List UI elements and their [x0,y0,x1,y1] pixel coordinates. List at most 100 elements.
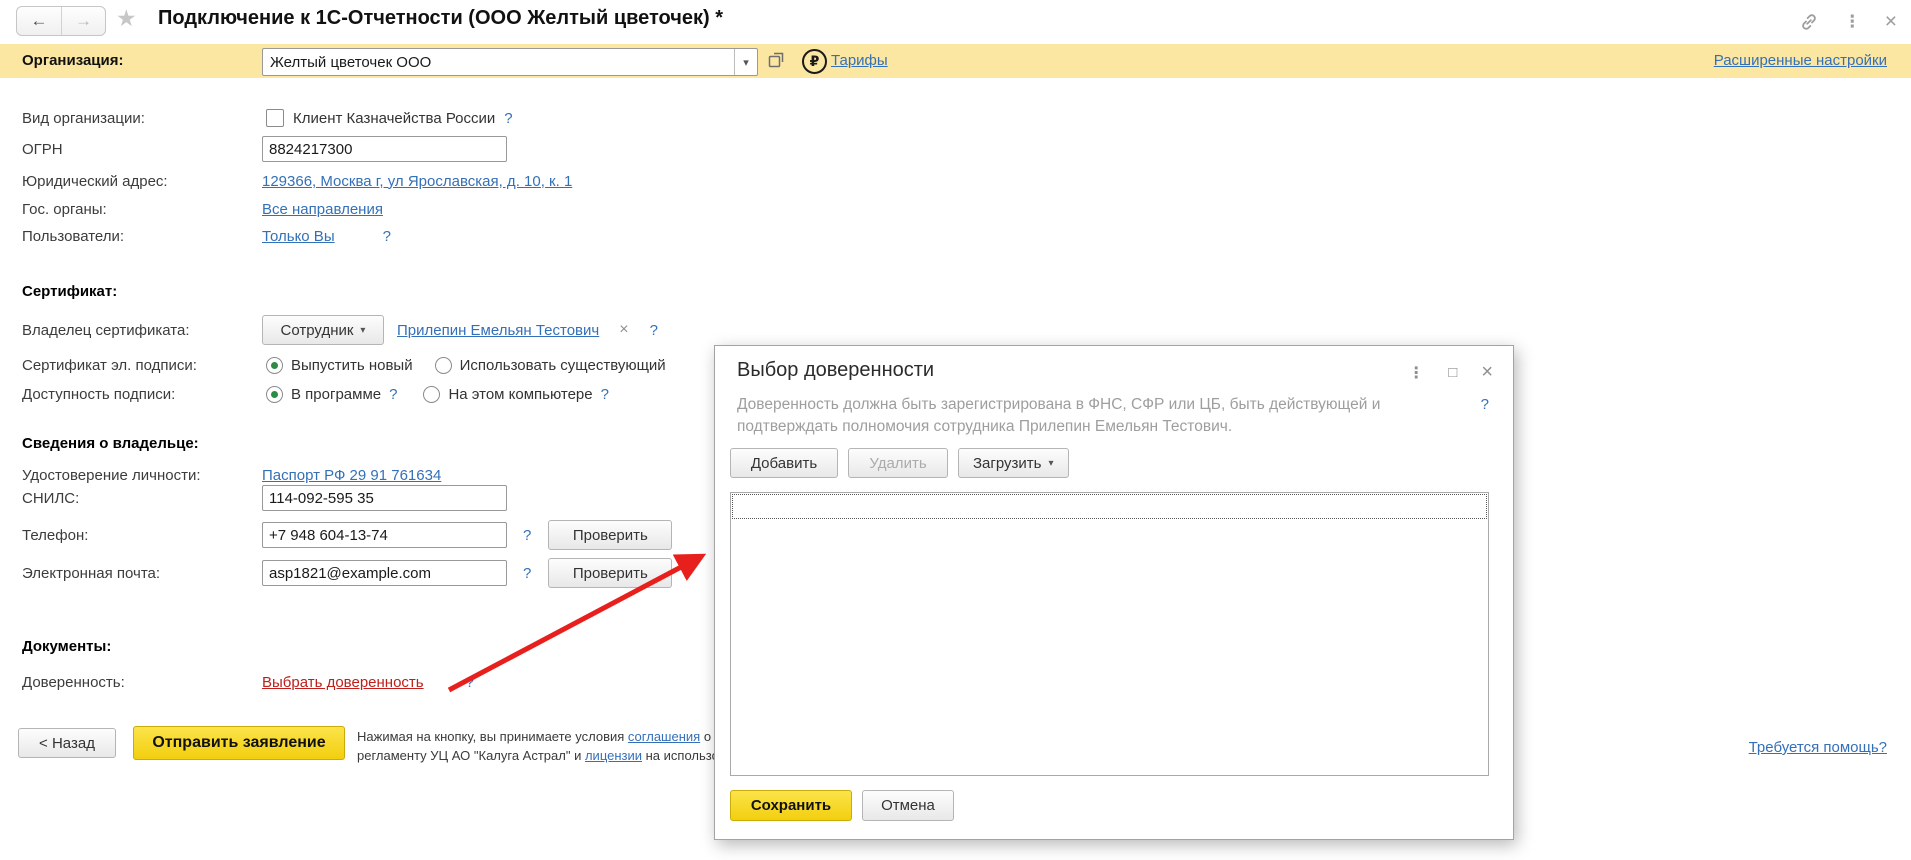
dialog-controls: ⋮ □ × [1408,361,1493,384]
ruble-icon: ₽ [802,49,827,74]
gov-label: Гос. органы: [22,200,107,218]
poa-row: Доверенность: Выбрать доверенность ? [22,668,474,696]
sign-access-label: Доступность подписи: [22,385,176,403]
dialog-close-icon[interactable]: × [1481,361,1493,384]
radio-issue-new[interactable] [266,356,283,374]
radio-in-program-label: В программе [291,385,382,403]
identity-link[interactable]: Паспорт РФ 29 91 761634 [262,467,441,484]
org-type-row: Вид организации: Клиент Казначейства Рос… [22,104,513,132]
dialog-footer: Сохранить Отмена [730,790,954,821]
ogrn-label: ОГРН [22,140,63,158]
users-link[interactable]: Только Вы [262,228,335,245]
load-poa-label: Загрузить [973,454,1042,472]
email-help-icon[interactable]: ? [523,565,531,582]
chevron-down-icon: ▾ [743,56,749,69]
email-label: Электронная почта: [22,564,161,582]
tariffs-link[interactable]: Тарифы [831,52,888,69]
radio-use-existing-label: Использовать существующий [459,356,666,374]
cert-owner-link[interactable]: Прилепин Емельян Тестович [397,322,599,339]
back-step-button[interactable]: < Назад [18,728,116,758]
cert-owner-label: Владелец сертификата: [22,321,190,339]
phone-check-button[interactable]: Проверить [548,520,673,550]
add-poa-button[interactable]: Добавить [730,448,838,478]
save-button[interactable]: Сохранить [730,790,852,821]
radio-issue-new-label: Выпустить новый [291,356,413,374]
window-close-icon[interactable]: × [1885,10,1897,34]
dialog-help-icon[interactable]: ? [1481,396,1489,413]
dialog-title: Выбор доверенности [737,359,935,381]
cancel-button[interactable]: Отмена [862,790,954,821]
cert-owner-help-icon[interactable]: ? [650,322,658,339]
open-form-icon [768,52,784,67]
organization-label: Организация: [22,52,124,69]
get-link-icon[interactable] [1798,11,1820,33]
cert-owner-row: Владелец сертификата: Сотрудник ▾ Прилеп… [22,315,658,345]
poa-label: Доверенность: [22,673,125,691]
documents-section-title: Документы: [22,638,112,655]
org-type-help-icon[interactable]: ? [504,110,512,127]
app-window: ← → ★ Подключение к 1С-Отчетности (ООО Ж… [0,0,1911,860]
organization-open-button[interactable] [764,49,788,73]
agreement-line-1: Нажимая на кнопку, вы принимаете условия… [357,727,733,746]
link-chain-icon [1801,13,1816,30]
cert-type-label: Сертификат эл. подписи: [22,356,197,374]
choose-poa-link[interactable]: Выбрать доверенность [262,674,424,691]
cert-owner-type-button[interactable]: Сотрудник ▾ [262,315,384,345]
titlebar: ← → ★ Подключение к 1С-Отчетности (ООО Ж… [0,0,1911,43]
more-menu-icon[interactable]: ⋮ [1844,12,1861,32]
window-controls: ⋮ × [1798,0,1897,43]
phone-input[interactable] [262,522,507,548]
nav-buttons: ← → [16,6,106,36]
favorite-star-icon[interactable]: ★ [116,5,137,32]
poa-list[interactable] [730,492,1489,776]
email-check-button[interactable]: Проверить [548,558,673,588]
phone-row: Телефон: ? Проверить [22,520,673,550]
address-link[interactable]: 129366, Москва г, ул Ярославская, д. 10,… [262,173,572,190]
chevron-down-icon: ▾ [1048,457,1054,469]
need-help-link[interactable]: Требуется помощь? [1749,739,1887,756]
dialog-maximize-icon[interactable]: □ [1448,364,1457,381]
organization-dropdown-button[interactable]: ▾ [734,49,757,75]
advanced-settings-link[interactable]: Расширенные настройки [1714,52,1887,69]
dialog-more-menu-icon[interactable]: ⋮ [1408,363,1424,383]
page-title: Подключение к 1С-Отчетности (ООО Желтый … [158,7,723,29]
cert-type-row: Сертификат эл. подписи: Выпустить новый … [22,351,666,379]
users-help-icon[interactable]: ? [383,228,391,245]
agreement-text: регламенту УЦ АО "Калуга Астрал" и [357,748,585,763]
agreement-link[interactable]: соглашения [628,729,700,744]
cert-owner-clear-icon[interactable]: × [619,321,628,339]
back-button[interactable]: ← [17,7,61,35]
radio-use-existing[interactable] [434,356,452,374]
snils-input[interactable] [262,485,507,511]
identity-label: Удостоверение личности: [22,466,201,484]
certificate-section-title: Сертификат: [22,283,118,300]
radio-in-program[interactable] [266,385,283,403]
treasury-client-checkbox[interactable] [266,109,284,127]
users-row: Пользователи: Только Вы ? [22,222,391,250]
agreement-line-2: регламенту УЦ АО "Калуга Астрал" и лицен… [357,746,733,765]
email-input[interactable] [262,560,507,586]
gov-directions-link[interactable]: Все направления [262,201,383,218]
organization-input[interactable] [263,49,734,75]
treasury-client-checkbox-label: Клиент Казначейства России [293,109,496,127]
poa-list-focused-row[interactable] [732,494,1487,519]
ogrn-row: ОГРН [22,135,507,163]
email-row: Электронная почта: ? Проверить [22,558,673,588]
users-label: Пользователи: [22,227,125,245]
phone-help-icon[interactable]: ? [523,527,531,544]
back-arrow-icon: ← [30,11,48,30]
poa-help-icon[interactable]: ? [466,674,474,691]
submit-application-button[interactable]: Отправить заявление [133,726,345,760]
delete-poa-button[interactable]: Удалить [848,448,948,478]
license-link[interactable]: лицензии [585,748,642,763]
ogrn-input[interactable] [262,136,507,162]
address-label: Юридический адрес: [22,172,168,190]
in-program-help-icon[interactable]: ? [389,386,397,403]
load-poa-button[interactable]: Загрузить ▾ [958,448,1069,478]
forward-button[interactable]: → [61,7,105,35]
forward-arrow-icon: → [75,11,92,30]
organization-bar: Организация: ▾ ₽ Тарифы Расширенные наст… [0,44,1911,78]
on-computer-help-icon[interactable]: ? [601,386,609,403]
radio-on-computer[interactable] [423,385,441,403]
dialog-toolbar: Добавить Удалить Загрузить ▾ [730,448,1069,478]
